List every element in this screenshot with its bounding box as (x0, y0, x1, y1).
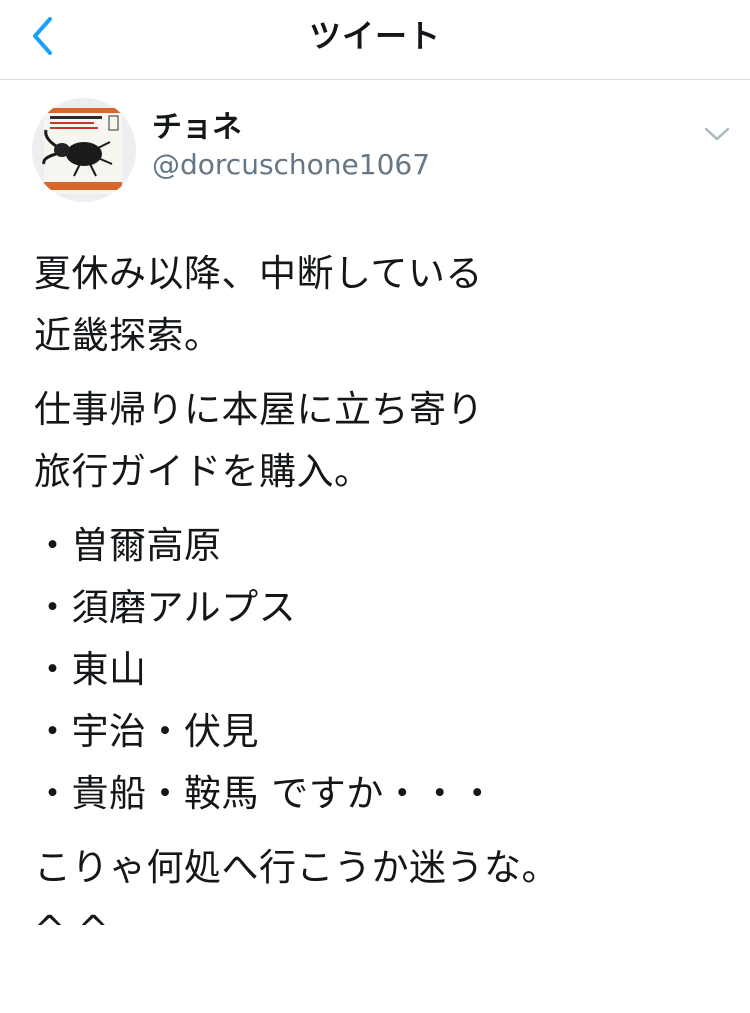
tweet-paragraph: こりゃ何処へ行こうか迷うな。 ^ ^ (34, 837, 724, 933)
tweet-line: 仕事帰りに本屋に立ち寄り (34, 388, 484, 431)
tweet-text: 夏休み以降、中断している 近畿探索。 仕事帰りに本屋に立ち寄り 旅行ガイドを購入… (34, 243, 724, 933)
list-item: ・宇治・伏見 (34, 710, 259, 753)
list-item: ・須磨アルプス (34, 586, 297, 629)
page-title: ツイート (308, 17, 441, 55)
tweet-line: 夏休み以降、中断している (34, 252, 483, 295)
more-options-button[interactable] (700, 120, 734, 148)
user-display-name[interactable]: チョネ (152, 110, 242, 146)
tweet-paragraph: 夏休み以降、中断している 近畿探索。 (34, 243, 724, 367)
tweet-line: 旅行ガイドを購入。 (34, 450, 372, 493)
tweet-line: こりゃ何処へ行こうか迷うな。 (34, 846, 559, 889)
tweet-header: チョネ @dorcuschone1067 (32, 98, 730, 206)
tweet-paragraph: 仕事帰りに本屋に立ち寄り 旅行ガイドを購入。 (34, 379, 724, 503)
list-item: ・曽爾高原 (34, 524, 222, 567)
top-navigation-bar: ツイート (0, 0, 750, 80)
list-item: ・貴船・鞍馬 ですか・・・ (34, 772, 497, 815)
stag-beetle-book-cover-icon (32, 98, 136, 202)
chevron-down-icon (704, 127, 730, 141)
list-item: ・東山 (34, 648, 147, 691)
tweet-paragraph: ・曽爾高原 ・須磨アルプス ・東山 ・宇治・伏見 ・貴船・鞍馬 ですか・・・ (34, 515, 724, 825)
avatar[interactable] (32, 98, 136, 202)
tweet-line: ^ ^ (34, 908, 110, 933)
user-handle[interactable]: @dorcuschone1067 (152, 148, 430, 182)
tweet-line: 近畿探索。 (34, 314, 222, 357)
